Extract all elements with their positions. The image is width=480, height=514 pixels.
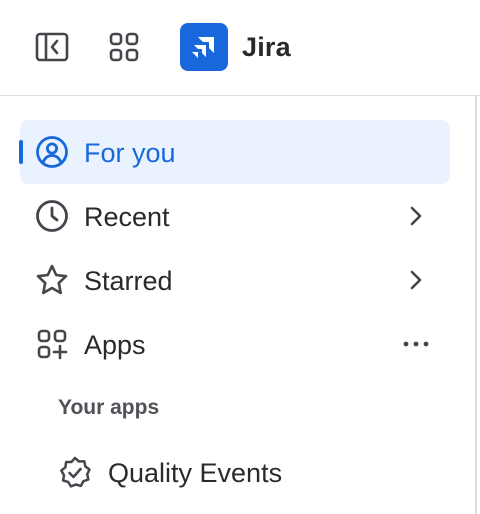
your-apps-heading: Your apps	[58, 396, 160, 419]
chevron-right-icon[interactable]	[400, 264, 432, 296]
jira-logo-icon	[180, 23, 228, 71]
app-item-label: Quality Events	[108, 458, 283, 488]
clock-icon	[34, 198, 70, 234]
sidebar-toggle-button[interactable]	[30, 25, 74, 69]
sidebar-resize-handle[interactable]	[475, 96, 477, 514]
app-switcher-button[interactable]	[102, 25, 146, 69]
user-circle-icon	[34, 134, 70, 170]
nav-item-label: Recent	[84, 202, 170, 232]
nav-item-apps[interactable]: Apps	[20, 312, 450, 376]
more-horizontal-icon[interactable]	[400, 328, 432, 360]
app-grid-icon	[109, 32, 139, 62]
nav-item-recent[interactable]: Recent	[20, 184, 450, 248]
nav-item-starred[interactable]: Starred	[20, 248, 450, 312]
nav-item-label: Apps	[84, 330, 146, 360]
brand-home-link[interactable]: Jira	[180, 23, 291, 71]
app-item-quality-events[interactable]: Quality Events	[44, 444, 450, 502]
star-icon	[34, 262, 70, 298]
active-indicator	[19, 140, 23, 164]
nav-item-for-you[interactable]: For you	[19, 120, 450, 184]
sidebar-collapse-icon	[35, 32, 69, 62]
nav-item-label: For you	[84, 138, 176, 168]
nav-item-label: Starred	[84, 266, 173, 296]
jira-sidebar: Jira For you Recent Starred Apps Your ap…	[0, 0, 480, 514]
apps-add-icon	[34, 326, 70, 362]
chevron-right-icon[interactable]	[400, 200, 432, 232]
verified-badge-icon	[56, 454, 94, 492]
product-name: Jira	[242, 31, 291, 62]
top-bar: Jira	[0, 0, 480, 96]
